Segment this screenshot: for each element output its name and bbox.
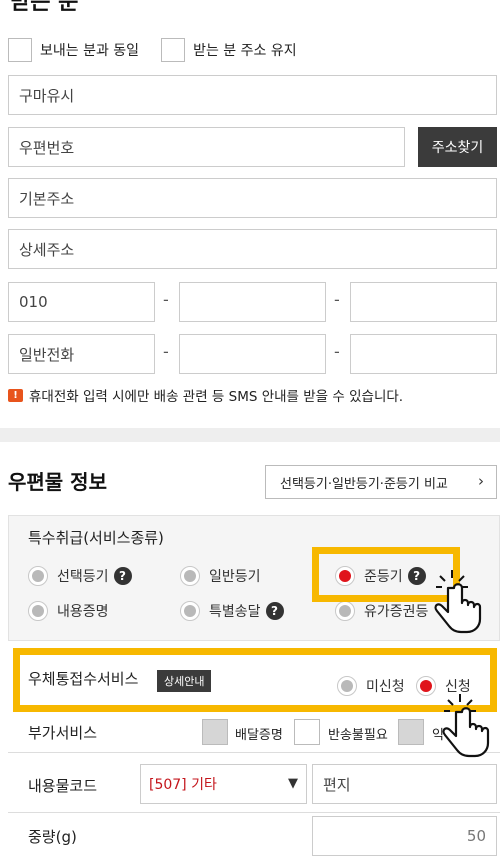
phone-dash: - (163, 290, 169, 309)
radio-label: 일반등기 (209, 569, 261, 585)
radio-content-certification[interactable]: 내용증명 (28, 601, 109, 621)
no-return-label: 반송불필요 (328, 728, 388, 743)
content-code-label: 내용물코드 (28, 777, 98, 795)
help-icon[interactable]: ? (265, 602, 284, 620)
alert-icon: ! (8, 388, 23, 402)
content-code-value: [507] 기타 (149, 777, 217, 793)
sms-notice: ! 휴대전화 입력 시에만 배송 관련 등 SMS 안내를 받을 수 있습니다. (8, 385, 403, 405)
radio-label: 내용증명 (57, 604, 109, 620)
radio-securities[interactable]: 유가증권등 (335, 601, 428, 621)
compare-button-label: 선택등기·일반등기·준등기 비교 (280, 476, 448, 492)
radio-label: 특별송달 (209, 604, 261, 620)
landline-prefix-field[interactable]: 일반전화 (8, 334, 155, 374)
radio-general-registered[interactable]: 일반등기 (180, 566, 261, 586)
recipient-name-field[interactable]: 구마유시 (8, 75, 497, 115)
next-day-checkbox[interactable] (398, 719, 424, 745)
radio-not-apply[interactable]: 미신청 (337, 676, 405, 696)
same-as-sender-checkbox[interactable] (8, 38, 32, 62)
row-divider (8, 812, 500, 813)
compare-registered-button[interactable]: 선택등기·일반등기·준등기 비교 › (265, 465, 497, 499)
base-address-field[interactable]: 기본주소 (8, 178, 497, 218)
phone-dash: - (163, 342, 169, 361)
sms-notice-text: 휴대전화 입력 시에만 배송 관련 등 SMS 안내를 받을 수 있습니다. (29, 389, 404, 405)
radio-icon (180, 566, 200, 586)
radio-label: 미신청 (366, 679, 405, 695)
radio-label: 유가증권등 (364, 604, 429, 620)
content-name-field[interactable]: 편지 (312, 764, 497, 804)
radio-icon (28, 601, 48, 621)
radio-special-delivery[interactable]: 특별송달 ? (180, 601, 284, 621)
detail-address-field[interactable]: 상세주소 (8, 229, 497, 269)
landline-last-field[interactable] (350, 334, 497, 374)
find-address-button[interactable]: 주소찾기 (418, 127, 497, 167)
delivery-proof-checkbox[interactable] (202, 719, 228, 745)
same-as-sender-label: 보내는 분과 동일 (40, 43, 140, 59)
landline-middle-field[interactable] (179, 334, 326, 374)
chevron-right-icon: › (478, 472, 484, 490)
radio-icon (416, 676, 436, 696)
weight-label: 중량(g) (28, 828, 77, 846)
mailbox-service-label: 우체통접수서비스 (28, 670, 139, 688)
delivery-proof-label: 배달증명 (235, 728, 283, 743)
no-return-checkbox[interactable] (294, 719, 320, 745)
mail-info-title: 우편물 정보 (8, 470, 107, 494)
content-code-select[interactable]: [507] 기타 ▼ (140, 764, 307, 804)
extra-service-label: 부가서비스 (28, 724, 98, 742)
chevron-down-icon: ▼ (288, 776, 298, 791)
keep-address-label: 받는 분 주소 유지 (193, 43, 297, 59)
radio-icon (28, 566, 48, 586)
recipient-options-row: 보내는 분과 동일 받는 분 주소 유지 (8, 38, 319, 62)
weight-field[interactable]: 50 (312, 816, 497, 856)
special-handling-title: 특수취급(서비스종류) (28, 529, 164, 547)
radio-icon (335, 601, 355, 621)
mobile-prefix-field[interactable]: 010 (8, 282, 155, 322)
mobile-last-field[interactable] (350, 282, 497, 322)
row-divider (8, 752, 500, 753)
pointer-hand-icon (442, 694, 490, 758)
radio-selective-registered[interactable]: 선택등기 ? (28, 566, 132, 586)
section-divider (0, 428, 500, 442)
radio-icon (337, 676, 357, 696)
detail-info-badge[interactable]: 상세안내 (157, 670, 212, 692)
radio-icon (180, 601, 200, 621)
keep-address-checkbox[interactable] (161, 38, 186, 62)
recipient-heading: 받는 분 (10, 0, 79, 15)
help-icon[interactable]: ? (113, 567, 132, 585)
radio-label: 선택등기 (57, 569, 109, 585)
phone-dash: - (334, 290, 340, 309)
phone-dash: - (334, 342, 340, 361)
postcode-field[interactable]: 우편번호 (8, 127, 405, 167)
pointer-hand-icon (434, 570, 482, 634)
mobile-middle-field[interactable] (179, 282, 326, 322)
